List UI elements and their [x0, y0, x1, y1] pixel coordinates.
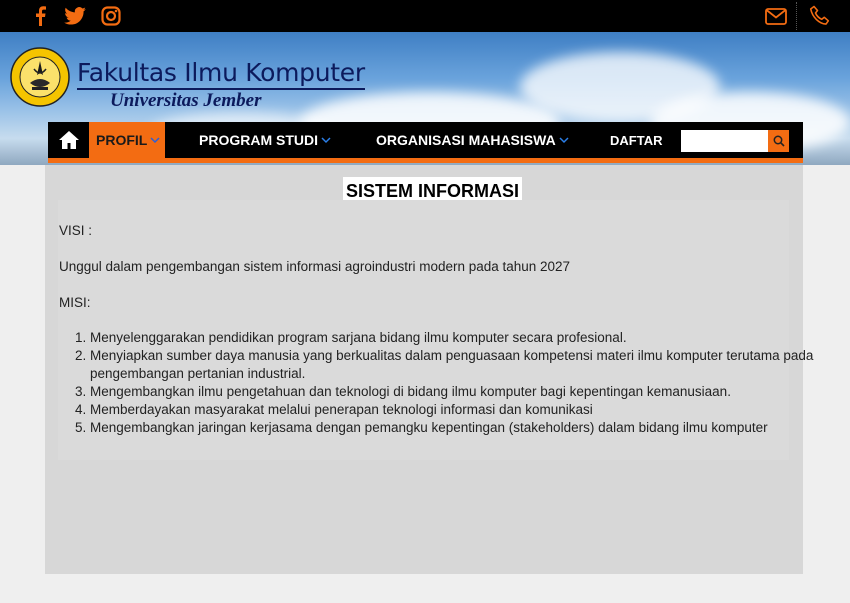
- misi-list: Menyelenggarakan pendidikan program sarj…: [58, 329, 820, 437]
- main-content: SISTEM INFORMASI VISI : Unggul dalam pen…: [45, 165, 813, 574]
- nav-item-label: PROGRAM STUDI: [199, 132, 318, 148]
- visi-label: VISI :: [59, 223, 93, 238]
- list-item: Menyiapkan sumber daya manusia yang berk…: [90, 347, 820, 383]
- chevron-down-icon: [559, 137, 569, 144]
- nav-item-label: DAFTAR: [610, 132, 663, 148]
- facebook-icon[interactable]: [28, 4, 52, 28]
- nav-item-label: ORGANISASI MAHASISWA: [376, 132, 556, 148]
- misi-label: MISI:: [59, 295, 91, 310]
- nav-home[interactable]: [48, 122, 89, 158]
- home-icon: [58, 131, 79, 149]
- instagram-icon[interactable]: [99, 4, 123, 28]
- top-bar: [0, 0, 850, 32]
- mail-icon[interactable]: [764, 4, 788, 28]
- search-button[interactable]: [768, 130, 789, 152]
- nav-item-organisasi-mahasiswa[interactable]: ORGANISASI MAHASISWA: [376, 122, 569, 158]
- nav-item-profil[interactable]: PROFIL: [89, 122, 165, 158]
- list-item: Menyelenggarakan pendidikan program sarj…: [90, 329, 820, 347]
- nav-item-label: PROFIL: [96, 132, 148, 148]
- search-icon: [773, 135, 785, 147]
- phone-icon[interactable]: [808, 4, 832, 28]
- topbar-divider: [796, 2, 797, 30]
- list-item: Mengembangkan ilmu pengetahuan dan tekno…: [90, 383, 820, 401]
- list-item: Memberdayakan masyarakat melalui penerap…: [90, 401, 820, 419]
- list-item: Mengembangkan jaringan kerjasama dengan …: [90, 419, 820, 437]
- site-title[interactable]: Fakultas Ilmu Komputer: [77, 58, 365, 90]
- chevron-down-icon: [321, 137, 331, 144]
- university-logo[interactable]: [10, 47, 70, 107]
- main-nav: PROFIL PROGRAM STUDI ORGANISASI MAHASISW…: [48, 122, 803, 163]
- visi-text: Unggul dalam pengembangan sistem informa…: [59, 259, 571, 274]
- nav-item-daftar[interactable]: DAFTAR: [610, 122, 662, 158]
- site-subtitle: Universitas Jember: [110, 90, 262, 111]
- twitter-icon[interactable]: [63, 4, 87, 28]
- chevron-down-icon: [150, 137, 160, 144]
- nav-item-program-studi[interactable]: PROGRAM STUDI: [199, 122, 331, 158]
